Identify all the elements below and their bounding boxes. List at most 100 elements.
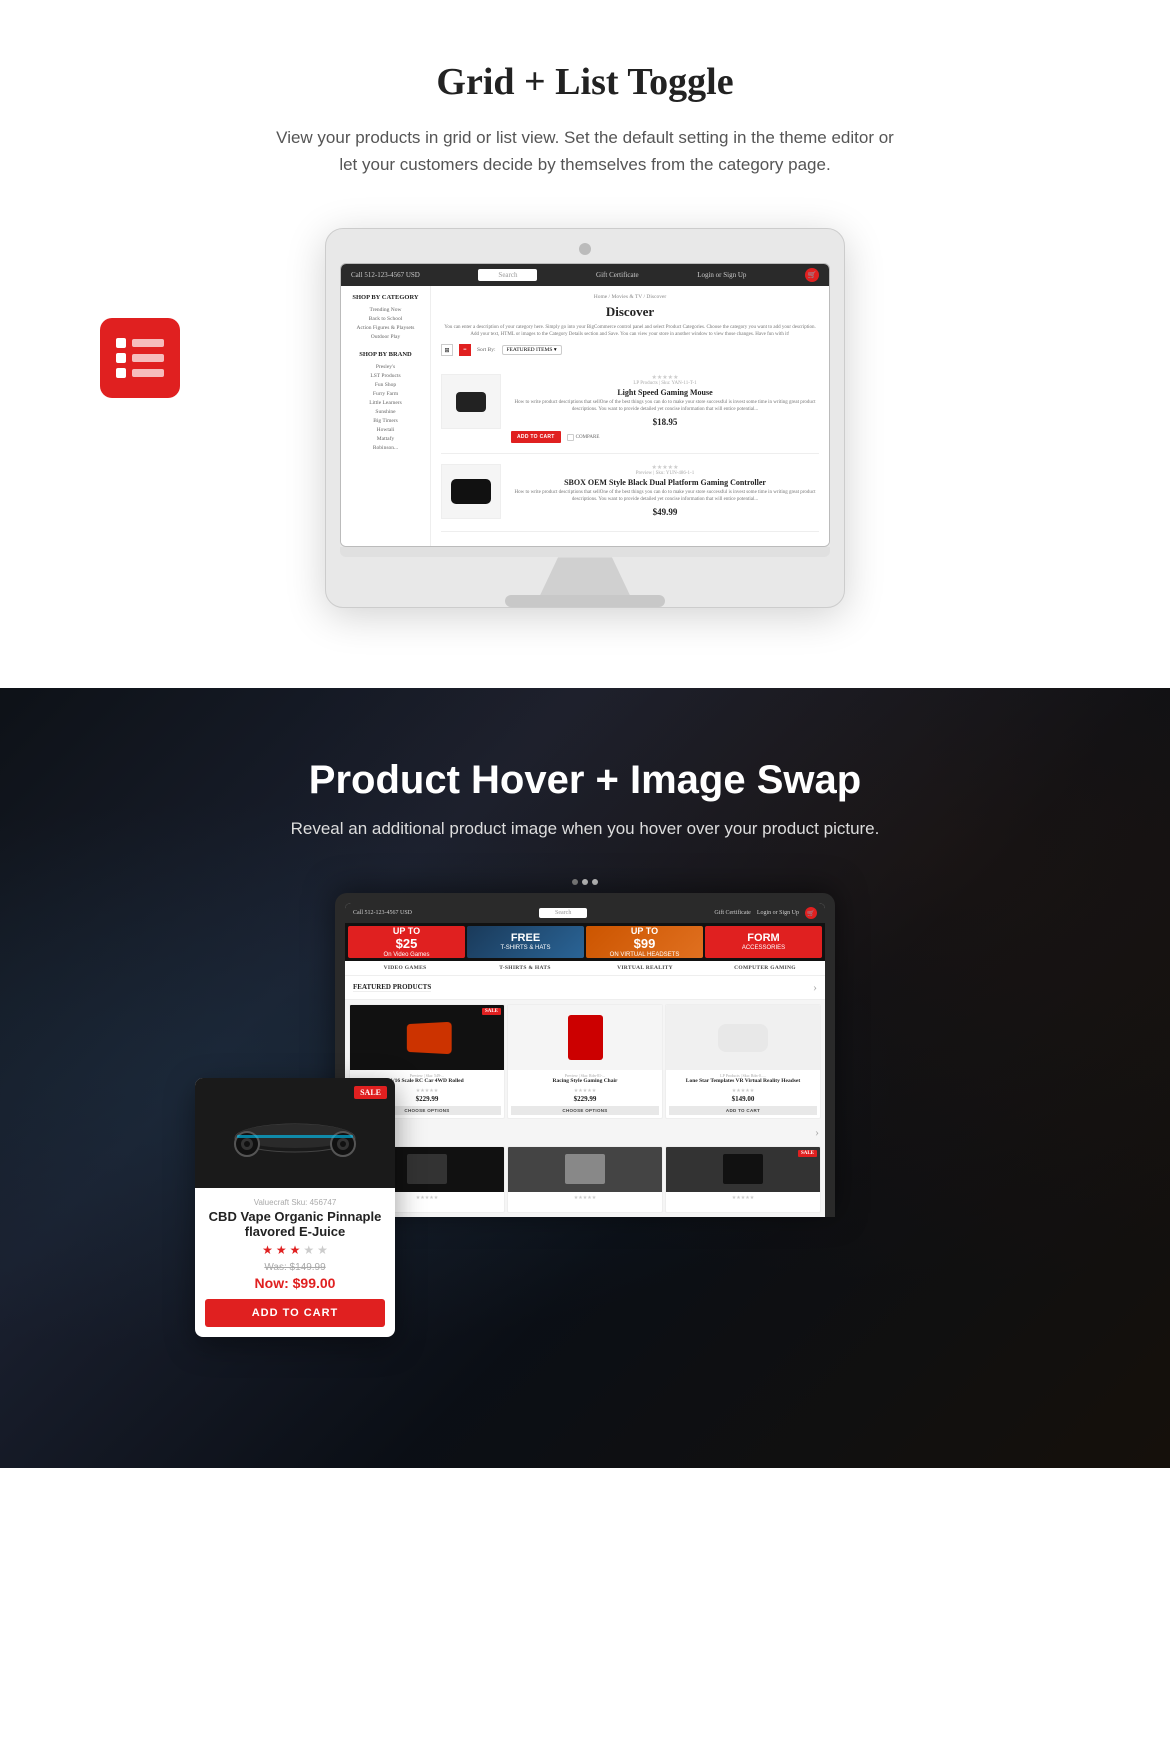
hoverboard-stars: ★ ★ ★ ★ ★ bbox=[205, 1243, 385, 1258]
product-price-mouse: $18.95 bbox=[511, 417, 819, 427]
breadcrumb: Home / Movies & TV / Discover bbox=[441, 294, 819, 300]
category-description: You can enter a description of your cate… bbox=[441, 324, 819, 338]
product-image-controller bbox=[441, 464, 501, 519]
s2-banner-3[interactable]: UP TO $99 ON VIRTUAL HEADSETS bbox=[586, 926, 703, 958]
section1-title: Grid + List Toggle bbox=[40, 60, 1130, 104]
section-product-hover: Product Hover + Image Swap Reveal an add… bbox=[0, 688, 1170, 1468]
sidebar-brand-sunshine[interactable]: Sunshine bbox=[349, 407, 422, 416]
sidebar-item-action[interactable]: Action Figures & Playsets bbox=[349, 323, 422, 332]
add-to-cart-btn-mouse[interactable]: ADD TO CART bbox=[511, 431, 561, 443]
product-stars-mouse: ★★★★★ bbox=[511, 374, 819, 381]
s2-product-dark2: ★★★★★ bbox=[507, 1146, 663, 1213]
star-1: ★ bbox=[262, 1243, 273, 1257]
product-image-mouse bbox=[441, 374, 501, 429]
vr-shape bbox=[718, 1024, 768, 1052]
product-name-mouse[interactable]: Light Speed Gaming Mouse bbox=[511, 388, 819, 397]
sort-select[interactable]: FEATURED ITEMS ▾ bbox=[502, 345, 562, 355]
dot-1[interactable] bbox=[572, 879, 578, 885]
list-dot-3 bbox=[116, 368, 126, 378]
list-line-3 bbox=[132, 369, 164, 377]
sidebar-brand-furry[interactable]: Furry Farm bbox=[349, 389, 422, 398]
s2-nav-gaming[interactable]: COMPUTER GAMING bbox=[705, 961, 825, 975]
list-dot-1 bbox=[116, 338, 126, 348]
sidebar-cat-title: SHOP BY CATEGORY bbox=[349, 294, 422, 301]
star-4: ★ bbox=[303, 1243, 314, 1257]
sidebar-item-trending[interactable]: Trending Now bbox=[349, 305, 422, 314]
sort-by-label: Sort By: bbox=[477, 347, 496, 353]
dark3-shape bbox=[723, 1154, 763, 1184]
search-placeholder: Search bbox=[498, 271, 517, 279]
hoverboard-svg bbox=[225, 1098, 365, 1168]
s2-product-name-chair[interactable]: Racing Style Gaming Chair bbox=[511, 1078, 659, 1085]
sidebar-brand-lst[interactable]: LST Products bbox=[349, 371, 422, 380]
cart-icon[interactable]: 🛒 bbox=[805, 268, 819, 282]
store-login: Login or Sign Up bbox=[697, 271, 746, 279]
s2-products-row1: SALE Preview | Sku: 549-... 1/16 Scale R… bbox=[345, 1000, 825, 1122]
sidebar-brand-big[interactable]: Big Timers bbox=[349, 416, 422, 425]
product-name-controller[interactable]: SBOX OEM Style Black Dual Platform Gamin… bbox=[511, 478, 819, 487]
s2-nav-tshirts[interactable]: T-SHIRTS & HATS bbox=[465, 961, 585, 975]
s2-banner-1[interactable]: UP TO $25 On Video Games bbox=[348, 926, 465, 958]
s2-banner-2[interactable]: FREE T-SHIRTS & HATS bbox=[467, 926, 584, 958]
s2-nav-vr[interactable]: VIRTUAL REALITY bbox=[585, 961, 705, 975]
section1-subtitle: View your products in grid or list view.… bbox=[275, 124, 895, 178]
product-info-mouse: ★★★★★ LP Products | Sku: YAN-11-T-1 Ligh… bbox=[511, 374, 819, 443]
dark1-shape bbox=[407, 1154, 447, 1184]
s2-product-img-rc: SALE bbox=[350, 1005, 504, 1070]
products-row2-nav: › bbox=[345, 1123, 825, 1142]
product-info-controller: ★★★★★ Preview | Sku: YUN-486-1-1 SBOX OE… bbox=[511, 464, 819, 521]
controller-shape bbox=[451, 479, 491, 504]
s2-search-bar[interactable]: Search bbox=[539, 908, 587, 918]
product-price-controller: $49.99 bbox=[511, 507, 819, 517]
star-3: ★ bbox=[290, 1243, 301, 1257]
sidebar-brand-mattafy[interactable]: Mattafy bbox=[349, 434, 422, 443]
sidebar-brand-funshop[interactable]: Fun Shop bbox=[349, 380, 422, 389]
dot-3[interactable] bbox=[592, 879, 598, 885]
s2-cart-icon[interactable]: 🛒 bbox=[805, 907, 817, 919]
row2-chevron-right[interactable]: › bbox=[815, 1125, 819, 1140]
carousel-dots bbox=[40, 879, 1130, 885]
compare-label: COMPARE bbox=[576, 435, 600, 440]
banner-2-text: FREE T-SHIRTS & HATS bbox=[500, 932, 550, 952]
section2-title: Product Hover + Image Swap bbox=[40, 758, 1130, 803]
monitor-mockup: Call 512-123-4567 USD Search Gift Certif… bbox=[40, 228, 1130, 608]
sidebar-item-outdoor[interactable]: Outdoor Play bbox=[349, 332, 422, 341]
s2-nav-video-games[interactable]: VIDEO GAMES bbox=[345, 961, 465, 975]
banner-1-desc: On Video Games bbox=[384, 952, 430, 959]
compare-checkbox[interactable] bbox=[567, 434, 574, 441]
sidebar-item-back-to-school[interactable]: Back to School bbox=[349, 314, 422, 323]
section2-subtitle: Reveal an additional product image when … bbox=[40, 819, 1130, 839]
product-meta-mouse: LP Products | Sku: YAN-11-T-1 bbox=[511, 381, 819, 386]
store-search-bar[interactable]: Search bbox=[478, 269, 537, 281]
s2-product-stars-vr: ★★★★★ bbox=[669, 1088, 817, 1094]
s2-product-vr: LP Products | Sku: Rdn-0..... Lone Star … bbox=[665, 1004, 821, 1118]
hoverboard-add-to-cart-btn[interactable]: ADD TO CART bbox=[205, 1299, 385, 1327]
list-view-btn[interactable]: ≡ bbox=[459, 344, 471, 356]
monitor-base bbox=[505, 595, 665, 607]
s2-product-img-dark2 bbox=[508, 1147, 662, 1192]
sidebar-brand-title: SHOP BY BRAND bbox=[349, 351, 422, 358]
list-line-1 bbox=[132, 339, 164, 347]
banner-1-text: UP TO $25 On Video Games bbox=[384, 926, 430, 960]
compare-btn-mouse[interactable]: COMPARE bbox=[567, 434, 600, 441]
store-main-content: Home / Movies & TV / Discover Discover Y… bbox=[431, 286, 829, 546]
sidebar-brand-howtali[interactable]: Howtali bbox=[349, 425, 422, 434]
store-body: SHOP BY CATEGORY Trending Now Back to Sc… bbox=[341, 286, 829, 546]
s2-product-btn-chair[interactable]: CHOOSE OPTIONS bbox=[511, 1106, 659, 1115]
grid-view-btn[interactable]: ⊞ bbox=[441, 344, 453, 356]
sort-option: FEATURED ITEMS bbox=[507, 347, 553, 353]
s2-product-img-chair bbox=[508, 1005, 662, 1070]
dot-2[interactable] bbox=[582, 879, 588, 885]
monitor-bottom-bezel bbox=[340, 547, 830, 557]
sidebar-brand-presleys[interactable]: Presley's bbox=[349, 362, 422, 371]
s2-product-chair: Preview | Sku: Rdn-81-... Racing Style G… bbox=[507, 1004, 663, 1118]
sidebar-brand-little[interactable]: Little Learners bbox=[349, 398, 422, 407]
s2-product-btn-vr[interactable]: ADD TO CART bbox=[669, 1106, 817, 1115]
sidebar-brand-robinson[interactable]: Robinson... bbox=[349, 443, 422, 452]
s2-banner-4[interactable]: FORM ACCESSORIES bbox=[705, 926, 822, 958]
banner-3-upto: UP TO bbox=[610, 926, 680, 937]
s2-product-info-dark2: ★★★★★ bbox=[508, 1192, 662, 1212]
featured-chevron-right[interactable]: › bbox=[813, 980, 817, 995]
monitor-frame: Call 512-123-4567 USD Search Gift Certif… bbox=[325, 228, 845, 608]
s2-product-name-vr[interactable]: Lone Star Templates VR Virtual Reality H… bbox=[669, 1078, 817, 1085]
